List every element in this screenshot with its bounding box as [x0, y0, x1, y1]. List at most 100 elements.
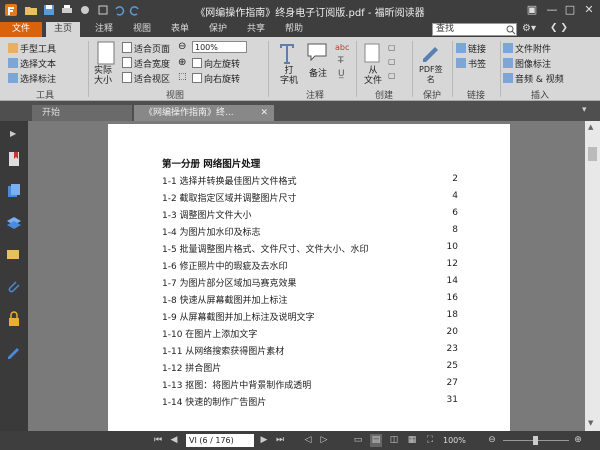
next-page-button[interactable]: ▶ — [258, 434, 270, 447]
last-page-button[interactable]: ⏭ — [274, 434, 286, 447]
typewriter-button[interactable]: 打 字机 — [280, 66, 298, 86]
attachments-panel-icon[interactable] — [6, 279, 22, 295]
redo-icon[interactable] — [128, 3, 142, 17]
highlight-icon[interactable]: abc — [335, 43, 349, 52]
previous-page-button[interactable]: ◀ — [168, 434, 180, 447]
scroll-down-icon[interactable]: ▼ — [588, 419, 593, 427]
tab-document[interactable]: 《网编操作指南》终... ✕ — [134, 105, 274, 121]
tab-view[interactable]: 视图 — [126, 22, 158, 37]
select-note-button[interactable]: 选择标注 — [8, 72, 56, 85]
audio-video-button[interactable]: 音频 & 视频 — [503, 72, 564, 85]
hand-tool-icon[interactable] — [78, 3, 92, 17]
vertical-scrollbar[interactable]: ▲ ▼ — [585, 121, 600, 431]
continuous-page-icon[interactable]: ▤ — [370, 434, 382, 447]
settings-icon[interactable]: ⚙▾ — [522, 23, 536, 34]
file-attachment-button[interactable]: 文件附件 — [503, 42, 551, 55]
tab-file[interactable]: 文件 — [0, 22, 42, 37]
go-back-icon[interactable]: ◁ — [302, 434, 314, 447]
tab-form[interactable]: 表单 — [164, 22, 196, 37]
image-mark-button[interactable]: 图像标注 — [503, 57, 551, 70]
ribbon-toggle-icon[interactable]: ▣ — [522, 2, 542, 18]
clipboard-icon[interactable]: ▢ — [388, 71, 396, 80]
strikeout-icon[interactable]: T̶ — [338, 56, 344, 66]
two-page-icon[interactable]: ◫ — [388, 434, 400, 447]
save-icon[interactable] — [42, 3, 56, 17]
blank-page-icon[interactable]: ▢ — [388, 43, 396, 52]
pdf-sign-icon[interactable] — [420, 41, 442, 63]
rotate-right-button[interactable]: 向右旋转 — [192, 72, 240, 85]
fullscreen-icon[interactable]: ⛶ — [424, 434, 436, 447]
toc-entry[interactable]: 1-13 抠图：将图片中背景制作成透明 27 — [162, 378, 458, 392]
tab-home[interactable]: 主页 — [46, 22, 80, 37]
note-button[interactable]: 备注 — [309, 66, 327, 79]
zoom-input[interactable]: 100% — [192, 41, 247, 53]
tab-comment[interactable]: 注释 — [88, 22, 120, 37]
page-number-input[interactable]: VI (6 / 176) — [186, 434, 254, 447]
toc-entry[interactable]: 1-7 为图片部分区域加马赛克效果 14 — [162, 276, 458, 290]
toc-entry[interactable]: 1-4 为图片加水印及标志 8 — [162, 225, 458, 239]
note-icon[interactable] — [306, 41, 328, 63]
underline-icon[interactable]: U̲ — [338, 69, 345, 79]
toc-entry[interactable]: 1-9 从屏幕截图并加上标注及说明文字 18 — [162, 310, 458, 324]
bookmark-panel-icon[interactable] — [6, 151, 22, 167]
pdf-sign-button[interactable]: PDF签 名 — [419, 65, 443, 85]
maximize-button[interactable]: □ — [560, 2, 580, 18]
toc-entry[interactable]: 1-3 调整图片文件大小 6 — [162, 208, 458, 222]
undo-icon[interactable] — [112, 3, 126, 17]
fit-page-button[interactable]: 适合页面 — [122, 42, 170, 55]
tab-start[interactable]: 开始 — [32, 105, 132, 121]
toc-entry[interactable]: 1-6 修正照片中的瑕疵及去水印 12 — [162, 259, 458, 273]
zoom-out-icon[interactable]: ⊖ — [178, 41, 186, 52]
typewriter-icon[interactable] — [278, 42, 296, 64]
pages-panel-icon[interactable] — [6, 183, 22, 199]
toc-entry[interactable]: 1-10 在图片上添加文字 20 — [162, 327, 458, 341]
zoom-slider-thumb[interactable] — [533, 436, 538, 445]
from-file-button[interactable]: 从 文件 — [364, 66, 382, 86]
scan-icon[interactable]: ▢ — [388, 57, 396, 66]
expand-panel-icon[interactable]: ▶ — [10, 129, 16, 138]
zoom-out-button[interactable]: ⊖ — [486, 434, 498, 447]
toc-entry[interactable]: 1-12 拼合图片 25 — [162, 361, 458, 375]
actual-size-icon[interactable] — [95, 41, 117, 65]
select-text-button[interactable]: 选择文本 — [8, 57, 56, 70]
scroll-up-icon[interactable]: ▲ — [588, 123, 593, 131]
close-tab-icon[interactable]: ✕ — [260, 105, 268, 121]
toc-entry[interactable]: 1-5 批量调整图片格式、文件尺寸、文件大小、水印 10 — [162, 242, 458, 256]
toc-entry[interactable]: 1-11 从网络搜索获得图片素材 23 — [162, 344, 458, 358]
go-forward-icon[interactable]: ▷ — [318, 434, 330, 447]
tab-help[interactable]: 帮助 — [278, 22, 310, 37]
tab-share[interactable]: 共享 — [240, 22, 272, 37]
toc-entry[interactable]: 1-1 选择并转换最佳图片文件格式 2 — [162, 174, 458, 188]
hand-tool-button[interactable]: 手型工具 — [8, 42, 56, 55]
search-icon[interactable] — [506, 25, 516, 35]
print-icon[interactable] — [60, 3, 74, 17]
rotate-left-button[interactable]: 向左旋转 — [192, 57, 240, 70]
two-page-continuous-icon[interactable]: ▦ — [406, 434, 418, 447]
link-button[interactable]: 链接 — [456, 42, 486, 55]
zoom-in-button[interactable]: ⊕ — [572, 434, 584, 447]
tab-list-icon[interactable]: ▾ — [582, 105, 587, 115]
search-input[interactable]: 查找 — [432, 23, 517, 36]
security-panel-icon[interactable] — [6, 311, 22, 327]
layers-panel-icon[interactable] — [6, 215, 22, 231]
toc-entry[interactable]: 1-2 截取指定区域并调整图片尺寸 4 — [162, 191, 458, 205]
tab-protect[interactable]: 保护 — [202, 22, 234, 37]
fit-width-button[interactable]: 适合宽度 — [122, 57, 170, 70]
single-page-icon[interactable]: ▭ — [352, 434, 364, 447]
fit-visible-button[interactable]: 适合视区 — [122, 72, 170, 85]
close-button[interactable]: ✕ — [579, 2, 599, 18]
toc-entry[interactable]: 1-14 快速的制作广告图片 31 — [162, 395, 458, 409]
toc-entry[interactable]: 1-8 快速从屏幕截图并加上标注 16 — [162, 293, 458, 307]
bookmark-button[interactable]: 书签 — [456, 57, 486, 70]
signature-panel-icon[interactable] — [6, 343, 22, 359]
actual-size-button[interactable]: 实际 大小 — [94, 66, 112, 86]
comments-panel-icon[interactable] — [6, 247, 22, 263]
zoom-in-icon[interactable]: ⊕ — [178, 57, 186, 68]
open-icon[interactable] — [24, 3, 38, 17]
nav-arrows-icon[interactable]: ❮ ❯ — [550, 23, 568, 33]
scrollbar-thumb[interactable] — [588, 147, 597, 161]
first-page-button[interactable]: ⏮ — [152, 434, 164, 447]
from-file-icon[interactable] — [362, 42, 382, 64]
minimize-button[interactable]: — — [542, 2, 562, 18]
select-tool-icon[interactable] — [96, 3, 110, 17]
